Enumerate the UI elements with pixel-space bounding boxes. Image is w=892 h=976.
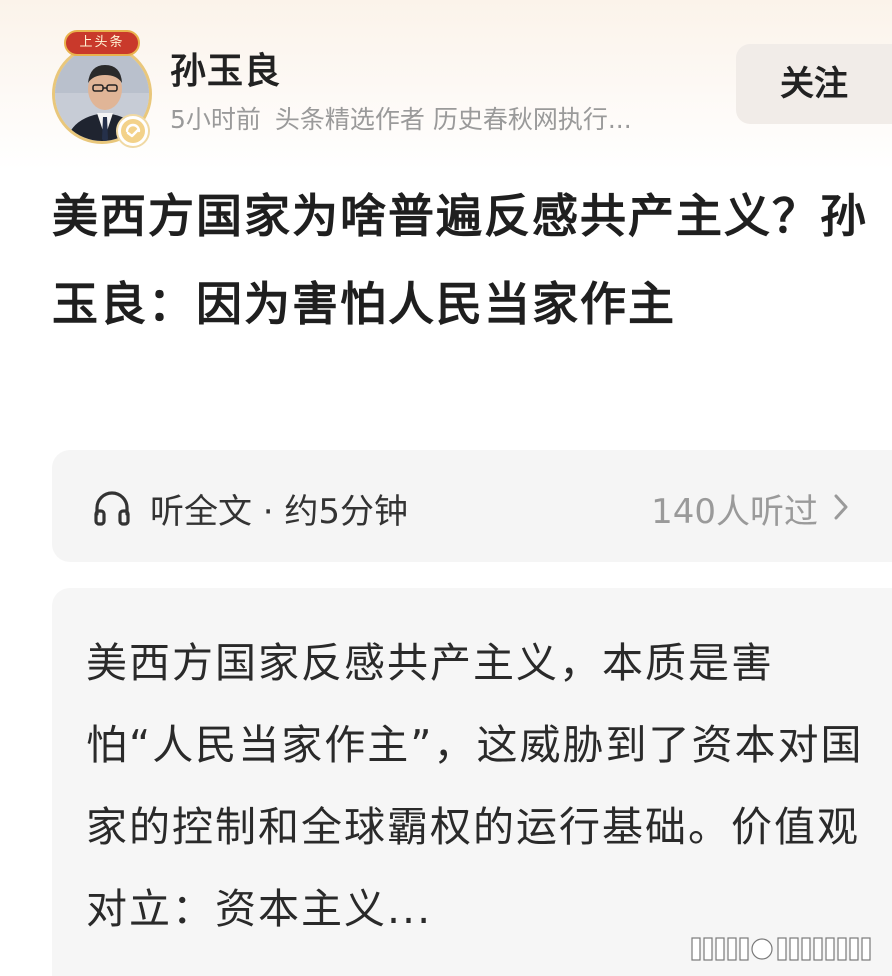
author-description: 头条精选作者 历史春秋网执行... — [274, 105, 632, 134]
summary-card[interactable]: 美西方国家反感共产主义，本质是害怕“人民当家作主”，这威胁到了资本对国家的控制和… — [52, 588, 892, 976]
avatar-banner: 上头条 — [64, 30, 140, 56]
listen-count: 140人听过 — [651, 492, 818, 532]
author-meta: 5小时前 头条精选作者 历史春秋网执行... — [170, 100, 646, 136]
listen-full-text-bar[interactable]: 听全文 · 约5分钟 140人听过 — [52, 450, 892, 562]
headphone-icon — [94, 491, 130, 526]
verified-badge-icon — [116, 114, 150, 148]
author-avatar-group[interactable]: 上头条 — [50, 30, 154, 148]
publish-time: 5小时前 — [170, 105, 261, 134]
chevron-right-icon — [834, 494, 848, 520]
follow-button[interactable]: 关注 — [736, 44, 892, 124]
article-page: 上头条 孙玉良 5小时前 头条精选作者 历史春秋网执行... 关注 美西方国家为… — [0, 0, 892, 976]
article-title: 美西方国家为啥普遍反感共产主义？孙玉良：因为害怕人民当家作主 — [52, 189, 868, 331]
author-name[interactable]: 孙玉良 — [170, 42, 281, 94]
author-header: 上头条 孙玉良 5小时前 头条精选作者 历史春秋网执行... 关注 — [0, 0, 892, 150]
listen-label: 听全文 · 约5分钟 — [150, 492, 409, 532]
summary-text: 美西方国家反感共产主义，本质是害怕“人民当家作主”，这威胁到了资本对国家的控制和… — [86, 639, 864, 933]
watermark-icon — [691, 937, 871, 961]
